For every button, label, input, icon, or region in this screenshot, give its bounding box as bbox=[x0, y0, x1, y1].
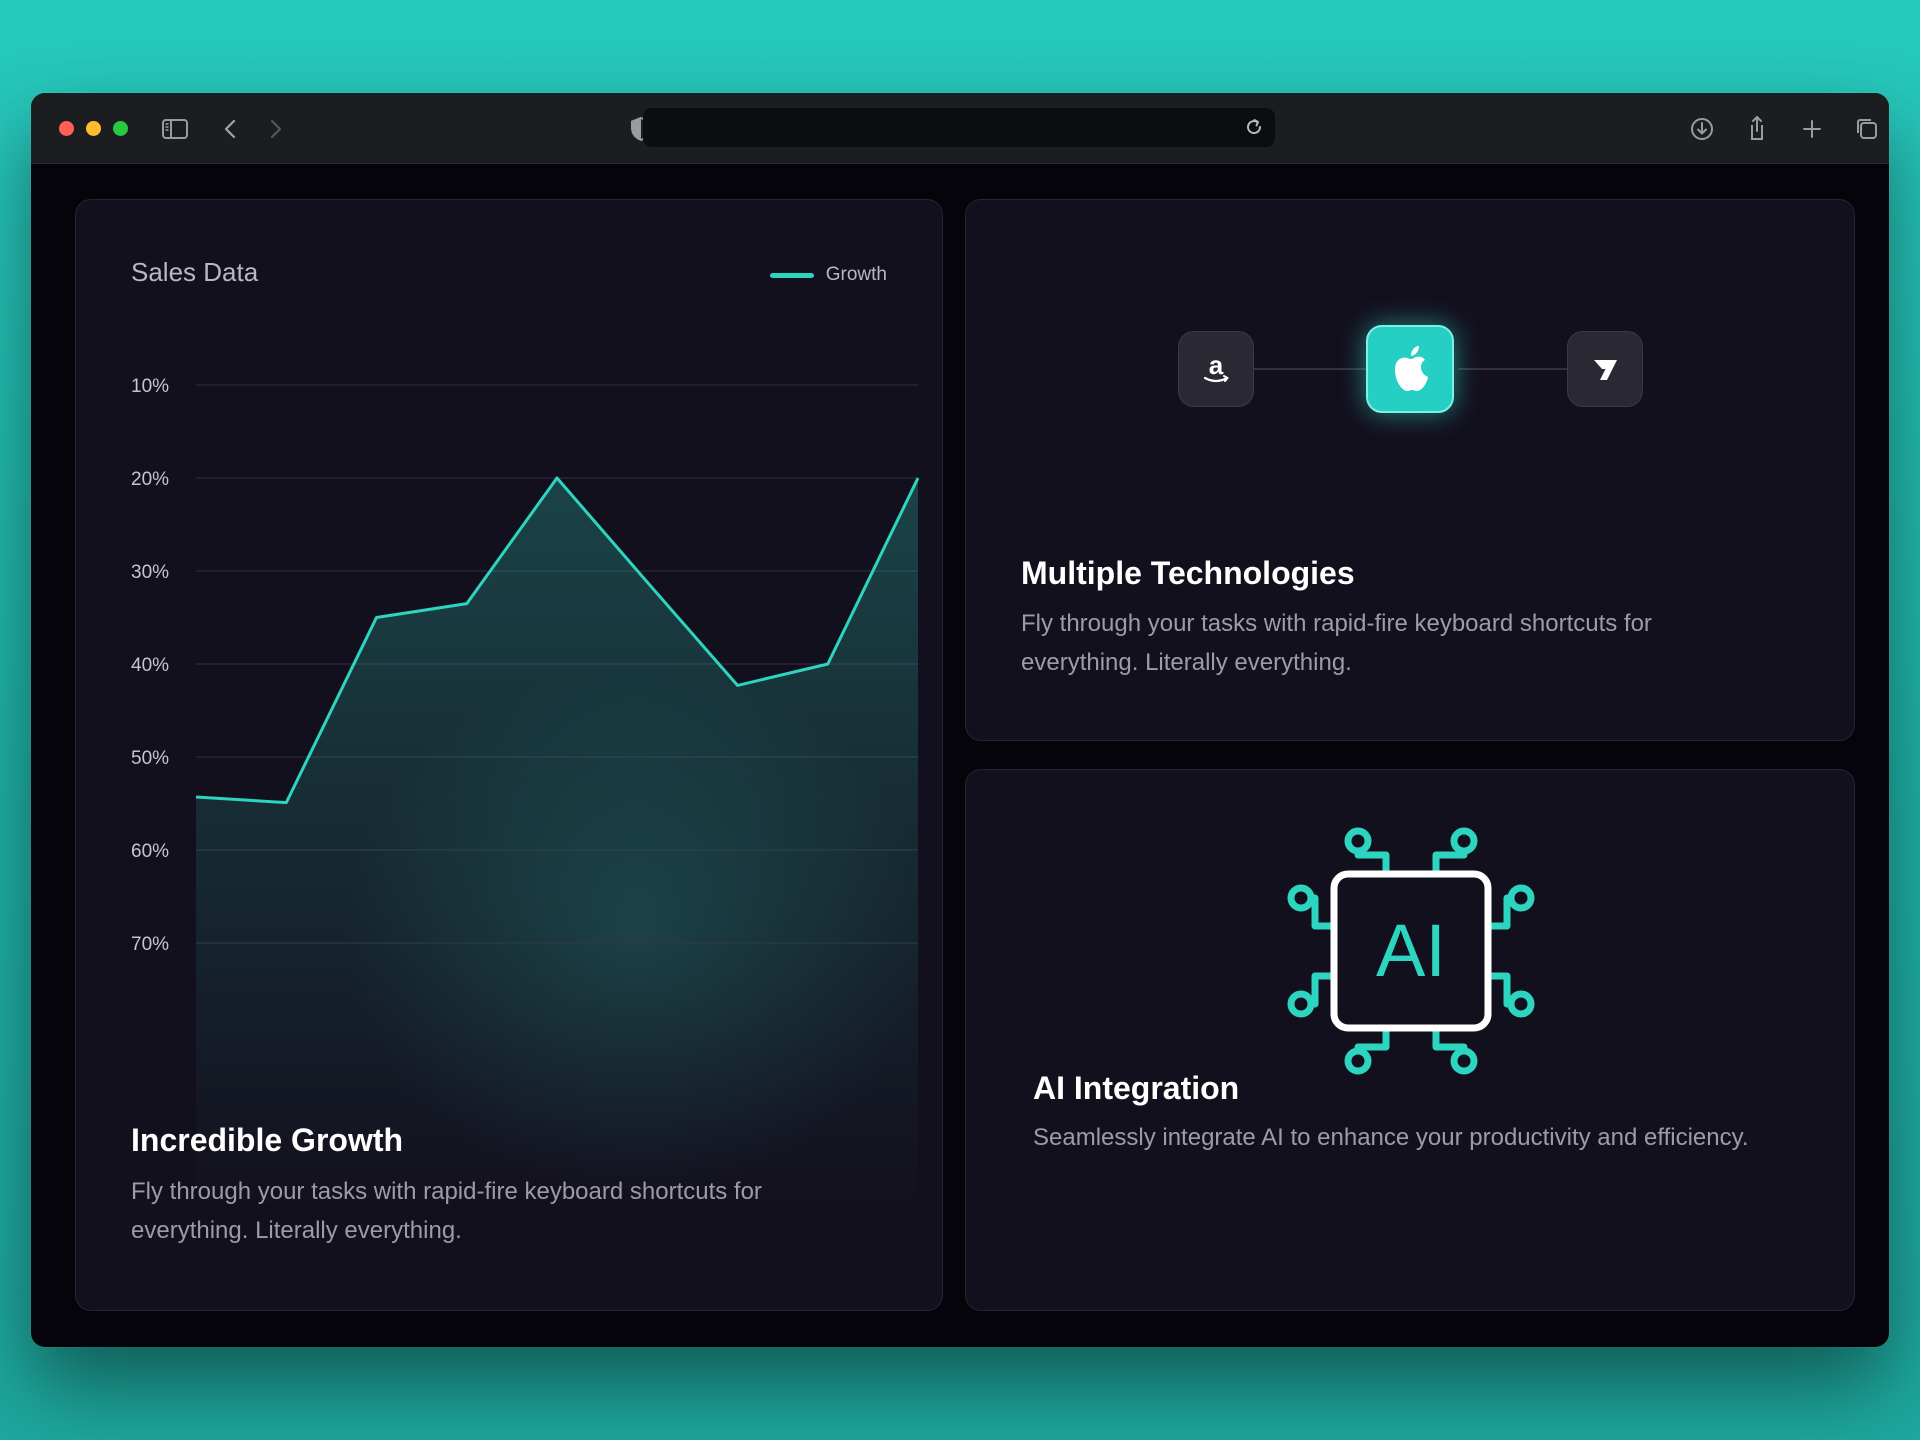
share-icon[interactable] bbox=[1741, 113, 1773, 145]
y-tick-label: 60% bbox=[131, 841, 169, 862]
tab-overview-icon[interactable] bbox=[1851, 113, 1883, 145]
minimize-window-button[interactable] bbox=[86, 121, 101, 136]
apple-tile[interactable] bbox=[1366, 325, 1454, 413]
forward-icon[interactable] bbox=[259, 113, 291, 145]
wise-icon bbox=[1594, 360, 1617, 380]
technologies-title: Multiple Technologies bbox=[1021, 555, 1355, 591]
svg-text:a: a bbox=[1209, 350, 1224, 380]
technologies-card: a Multiple Technologies Fly through your… bbox=[965, 199, 1855, 741]
technologies-description: Fly through your tasks with rapid-fire k… bbox=[1021, 610, 1652, 676]
ai-chip-label: AI bbox=[1376, 909, 1446, 992]
connector-line bbox=[1458, 368, 1568, 370]
ai-card: AI AI Integration Seamlessly integrate A… bbox=[965, 769, 1855, 1311]
apple-icon bbox=[1395, 346, 1428, 391]
browser-window: Sales Data Growth 10% 20% 30% 40% 50% 60% 70% … bbox=[31, 93, 1889, 1347]
back-icon[interactable] bbox=[215, 113, 247, 145]
close-window-button[interactable] bbox=[59, 121, 74, 136]
y-tick-label: 50% bbox=[131, 748, 169, 769]
y-tick-label: 70% bbox=[131, 934, 169, 955]
amazon-icon: a bbox=[1203, 350, 1229, 383]
sales-card: Sales Data Growth 10% 20% 30% 40% 50% 60% 70% … bbox=[75, 199, 943, 1311]
y-tick-label: 10% bbox=[131, 376, 169, 397]
growth-card-description: Fly through your tasks with rapid-fire k… bbox=[131, 1178, 762, 1244]
ai-chip-icon: AI bbox=[1287, 827, 1535, 1075]
ai-integration-description: Seamlessly integrate AI to enhance your … bbox=[1033, 1124, 1749, 1151]
reload-icon[interactable] bbox=[1239, 112, 1269, 142]
address-bar[interactable] bbox=[643, 108, 1275, 147]
ai-integration-title: AI Integration bbox=[1033, 1070, 1240, 1106]
downloads-icon[interactable] bbox=[1686, 113, 1718, 145]
y-tick-label: 30% bbox=[131, 562, 169, 583]
wise-tile[interactable] bbox=[1567, 331, 1643, 407]
new-tab-icon[interactable] bbox=[1796, 113, 1828, 145]
y-tick-label: 40% bbox=[131, 655, 169, 676]
growth-area bbox=[196, 478, 918, 1210]
connector-line bbox=[1254, 368, 1384, 370]
browser-titlebar bbox=[31, 93, 1889, 164]
amazon-tile[interactable]: a bbox=[1178, 331, 1254, 407]
y-tick-label: 20% bbox=[131, 469, 169, 490]
sidebar-toggle-icon[interactable] bbox=[159, 113, 191, 145]
growth-card-title: Incredible Growth bbox=[131, 1122, 404, 1158]
zoom-window-button[interactable] bbox=[113, 121, 128, 136]
